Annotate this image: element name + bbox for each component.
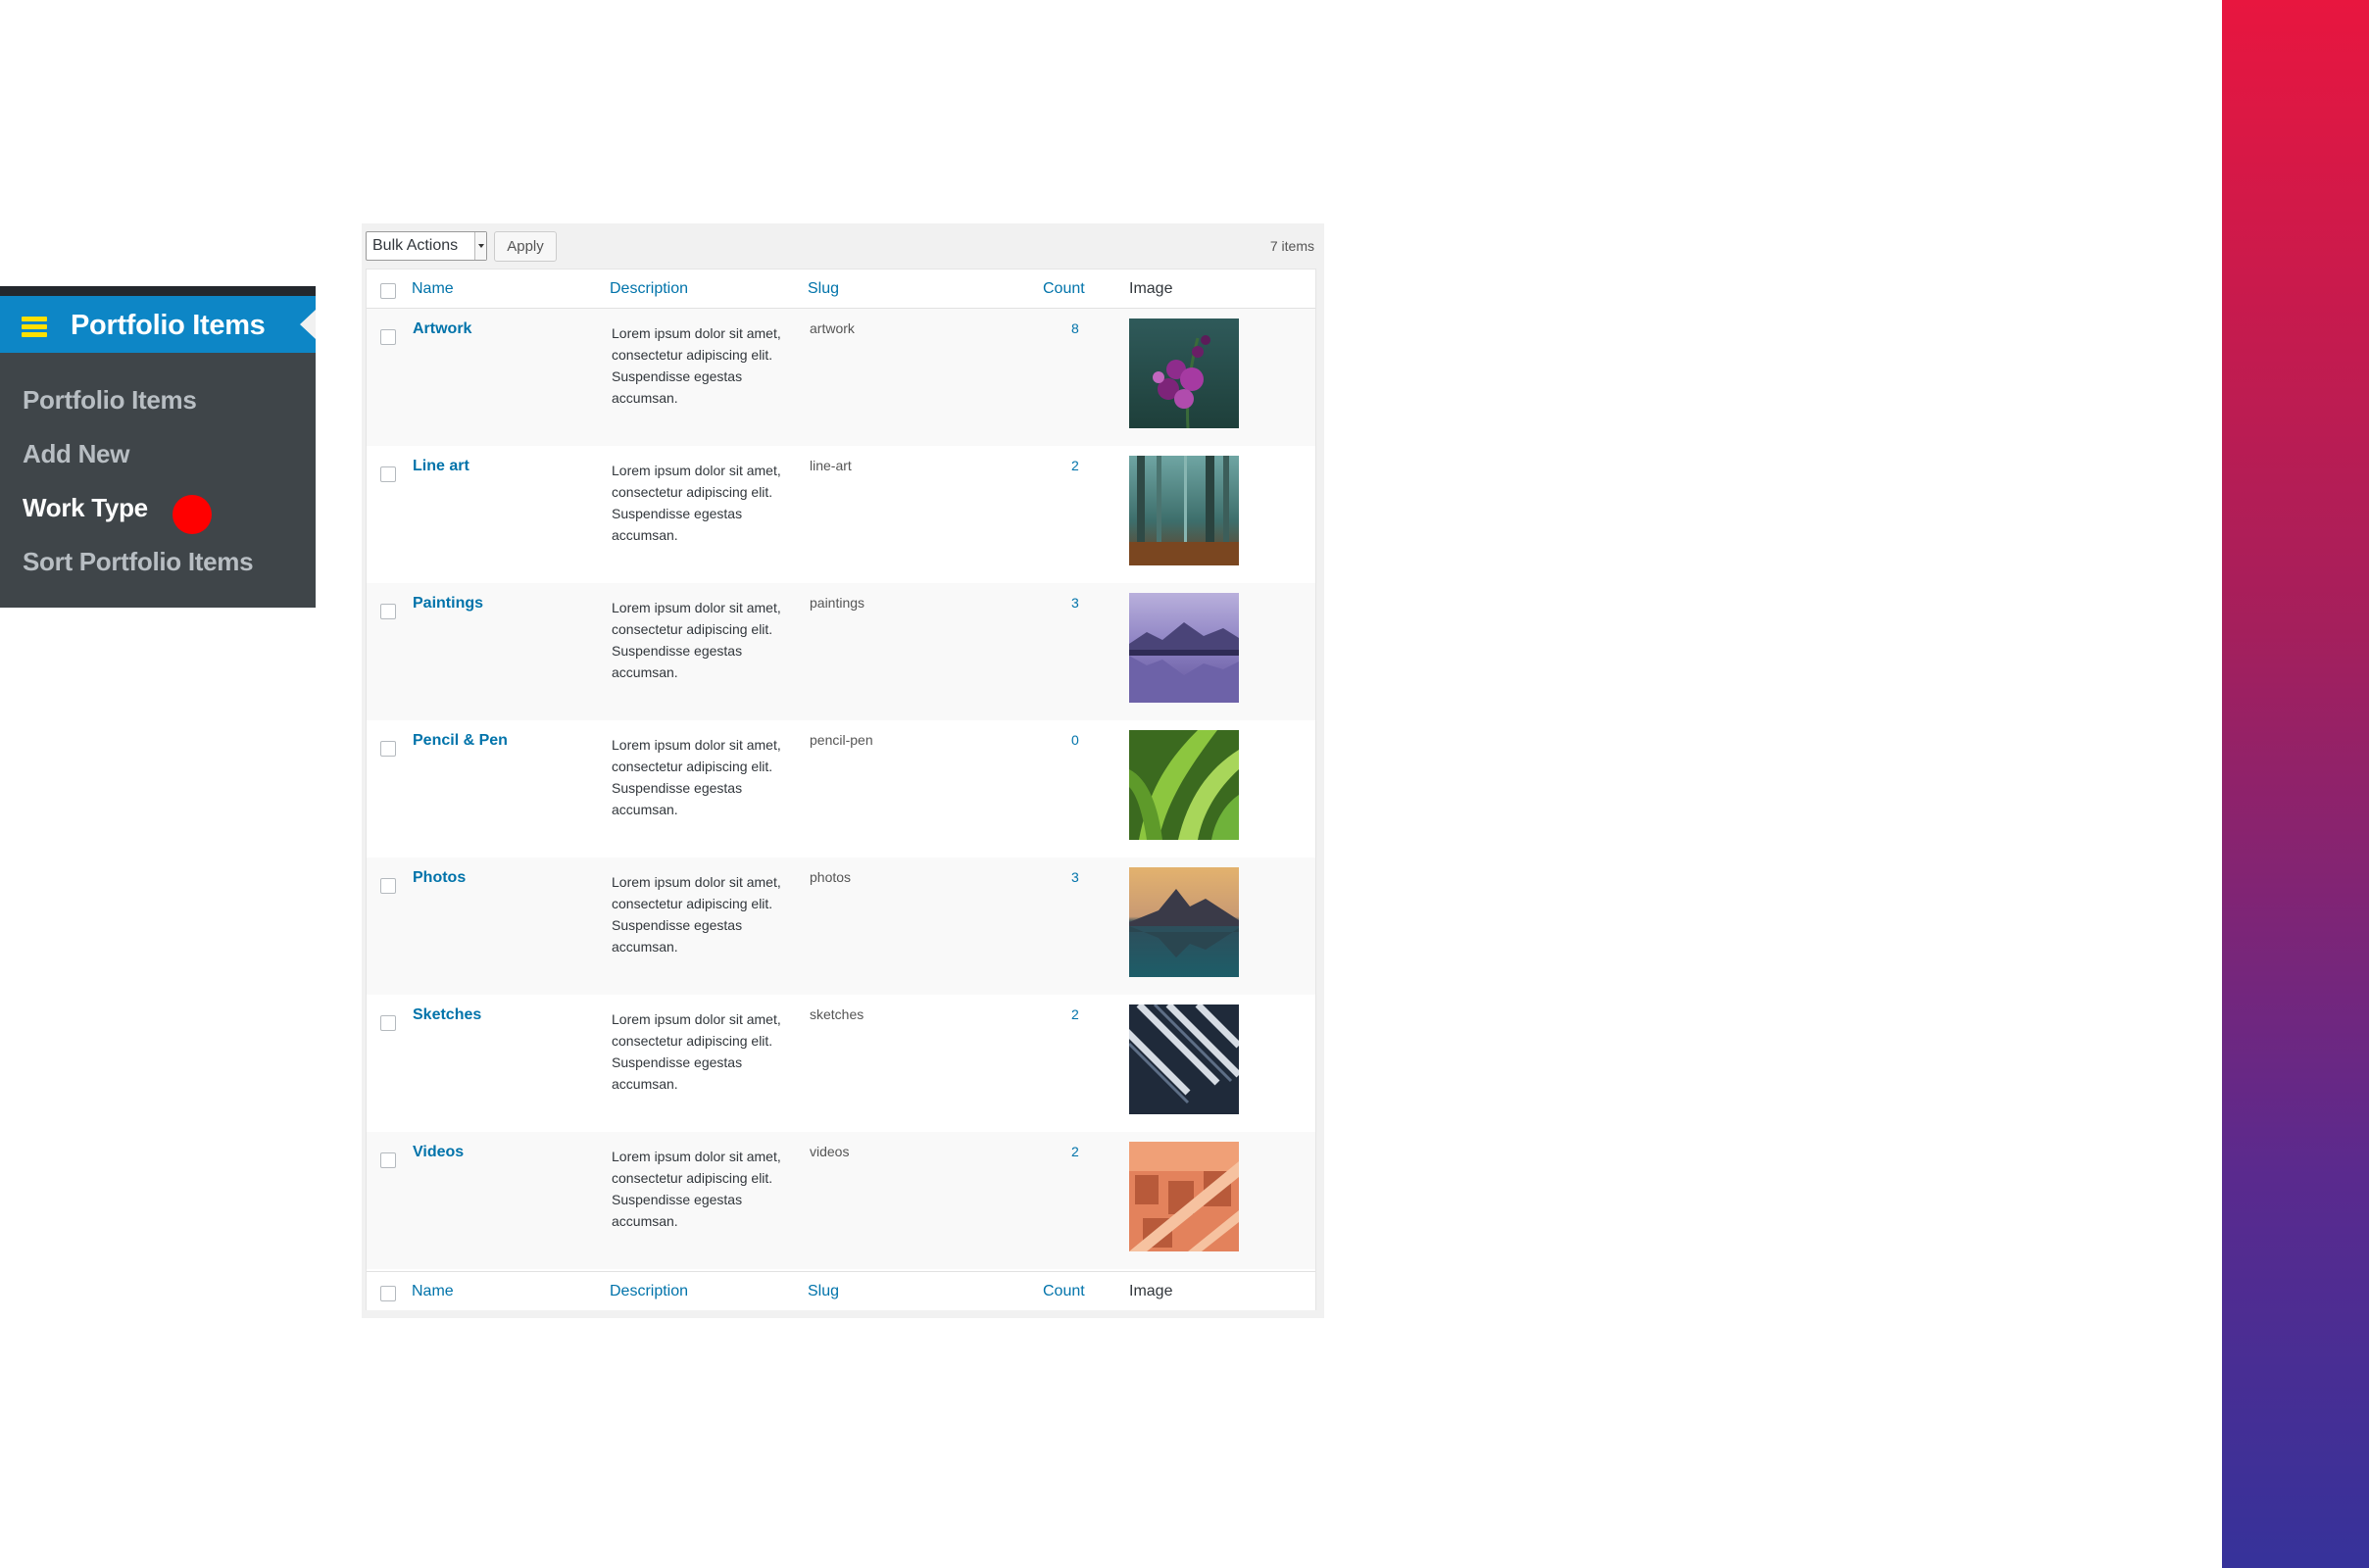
hamburger-icon: [22, 317, 47, 337]
row-checkbox[interactable]: [380, 604, 396, 619]
term-count-link[interactable]: 2: [1071, 458, 1101, 473]
term-count-link[interactable]: 8: [1071, 320, 1101, 336]
submenu-item-sort-portfolio-items[interactable]: Sort Portfolio Items: [23, 546, 254, 600]
term-slug: paintings: [810, 595, 865, 611]
chevron-down-icon: [474, 232, 486, 260]
term-count-link[interactable]: 3: [1071, 869, 1101, 885]
bulk-actions-select[interactable]: Bulk Actions: [366, 231, 487, 261]
terms-table: Name Description Slug Count Image Artwor…: [366, 269, 1316, 1310]
lake-mountains-thumbnail: [1129, 593, 1239, 703]
column-footer-count[interactable]: Count: [1043, 1283, 1085, 1300]
table-footer-row: Name Description Slug Count Image: [367, 1271, 1315, 1310]
row-checkbox[interactable]: [380, 1015, 396, 1031]
row-checkbox[interactable]: [380, 1152, 396, 1168]
term-count-link[interactable]: 2: [1071, 1006, 1101, 1022]
row-checkbox[interactable]: [380, 741, 396, 757]
table-header-row: Name Description Slug Count Image: [367, 270, 1315, 309]
submenu-item-portfolio-items[interactable]: Portfolio Items: [23, 384, 253, 438]
term-description: Lorem ipsum dolor sit amet, consectetur …: [612, 874, 781, 955]
orange-building-thumbnail: [1129, 1142, 1239, 1251]
term-name-link[interactable]: Line art: [413, 458, 469, 475]
terms-list-panel: Bulk Actions Apply 7 items Name Descript…: [362, 223, 1324, 1318]
term-slug: artwork: [810, 320, 855, 336]
select-all-checkbox[interactable]: [380, 283, 396, 299]
term-count-link[interactable]: 3: [1071, 595, 1101, 611]
table-row: Artwork Lorem ipsum dolor sit amet, conse…: [367, 309, 1315, 446]
column-header-slug[interactable]: Slug: [808, 280, 839, 298]
term-slug: videos: [810, 1144, 850, 1159]
table-row: Photos Lorem ipsum dolor sit amet, consec…: [367, 858, 1315, 995]
submenu-item-work-type[interactable]: Work Type: [23, 492, 253, 546]
term-slug: pencil-pen: [810, 732, 873, 748]
column-header-name[interactable]: Name: [412, 280, 454, 298]
term-slug: line-art: [810, 458, 852, 473]
term-description: Lorem ipsum dolor sit amet, consectetur …: [612, 1149, 781, 1229]
table-nav-top: Bulk Actions Apply 7 items: [362, 223, 1324, 269]
table-row: Line art Lorem ipsum dolor sit amet, cons…: [367, 446, 1315, 583]
term-count-link[interactable]: 2: [1071, 1144, 1101, 1159]
table-row: Sketches Lorem ipsum dolor sit amet, cons…: [367, 995, 1315, 1132]
table-row: Pencil & Pen Lorem ipsum dolor sit amet, …: [367, 720, 1315, 858]
term-name-link[interactable]: Artwork: [413, 320, 471, 338]
column-footer-slug[interactable]: Slug: [808, 1283, 839, 1300]
term-name-link[interactable]: Videos: [413, 1144, 464, 1161]
term-name-link[interactable]: Pencil & Pen: [413, 732, 508, 750]
menu-section-portfolio-items[interactable]: Portfolio Items: [0, 296, 316, 353]
green-leaves-thumbnail: [1129, 730, 1239, 840]
submenu: Portfolio Items Add New Work Type Sort P…: [23, 384, 254, 600]
column-header-image: Image: [1129, 280, 1173, 297]
row-checkbox[interactable]: [380, 878, 396, 894]
submenu-item-add-new[interactable]: Add New: [23, 438, 253, 492]
term-description: Lorem ipsum dolor sit amet, consectetur …: [612, 463, 781, 543]
decorative-gradient-strip: [2222, 0, 2369, 1568]
column-header-description[interactable]: Description: [610, 280, 688, 298]
term-description: Lorem ipsum dolor sit amet, consectetur …: [612, 1011, 781, 1092]
select-all-checkbox-bottom[interactable]: [380, 1286, 396, 1301]
term-name-link[interactable]: Sketches: [413, 1006, 481, 1024]
term-name-link[interactable]: Photos: [413, 869, 466, 887]
misty-forest-thumbnail: [1129, 456, 1239, 565]
column-footer-image: Image: [1129, 1283, 1173, 1299]
column-footer-name[interactable]: Name: [412, 1283, 454, 1300]
term-description: Lorem ipsum dolor sit amet, consectetur …: [612, 737, 781, 817]
menu-top-edge: [0, 286, 316, 296]
term-slug: photos: [810, 869, 852, 885]
term-description: Lorem ipsum dolor sit amet, consectetur …: [612, 325, 781, 406]
table-row: Paintings Lorem ipsum dolor sit amet, con…: [367, 583, 1315, 720]
column-header-count[interactable]: Count: [1043, 280, 1085, 298]
term-description: Lorem ipsum dolor sit amet, consectetur …: [612, 600, 781, 680]
mountain-reflection-thumbnail: [1129, 867, 1239, 977]
items-count: 7 items: [1269, 238, 1314, 254]
admin-sidebar-menu: Portfolio Items Portfolio Items Add New …: [0, 286, 316, 608]
highlight-indicator-dot: [173, 495, 212, 534]
term-count-link[interactable]: 0: [1071, 732, 1101, 748]
term-name-link[interactable]: Paintings: [413, 595, 483, 612]
row-checkbox[interactable]: [380, 466, 396, 482]
column-footer-description[interactable]: Description: [610, 1283, 688, 1300]
bulk-actions-value: Bulk Actions: [372, 237, 459, 254]
architecture-thumbnail: [1129, 1004, 1239, 1114]
purple-flower-thumbnail: [1129, 318, 1239, 428]
menu-section-label: Portfolio Items: [71, 310, 266, 341]
current-section-pointer: [300, 310, 316, 339]
term-slug: sketches: [810, 1006, 864, 1022]
row-checkbox[interactable]: [380, 329, 396, 345]
table-row: Videos Lorem ipsum dolor sit amet, consec…: [367, 1132, 1315, 1269]
apply-button[interactable]: Apply: [494, 231, 557, 262]
